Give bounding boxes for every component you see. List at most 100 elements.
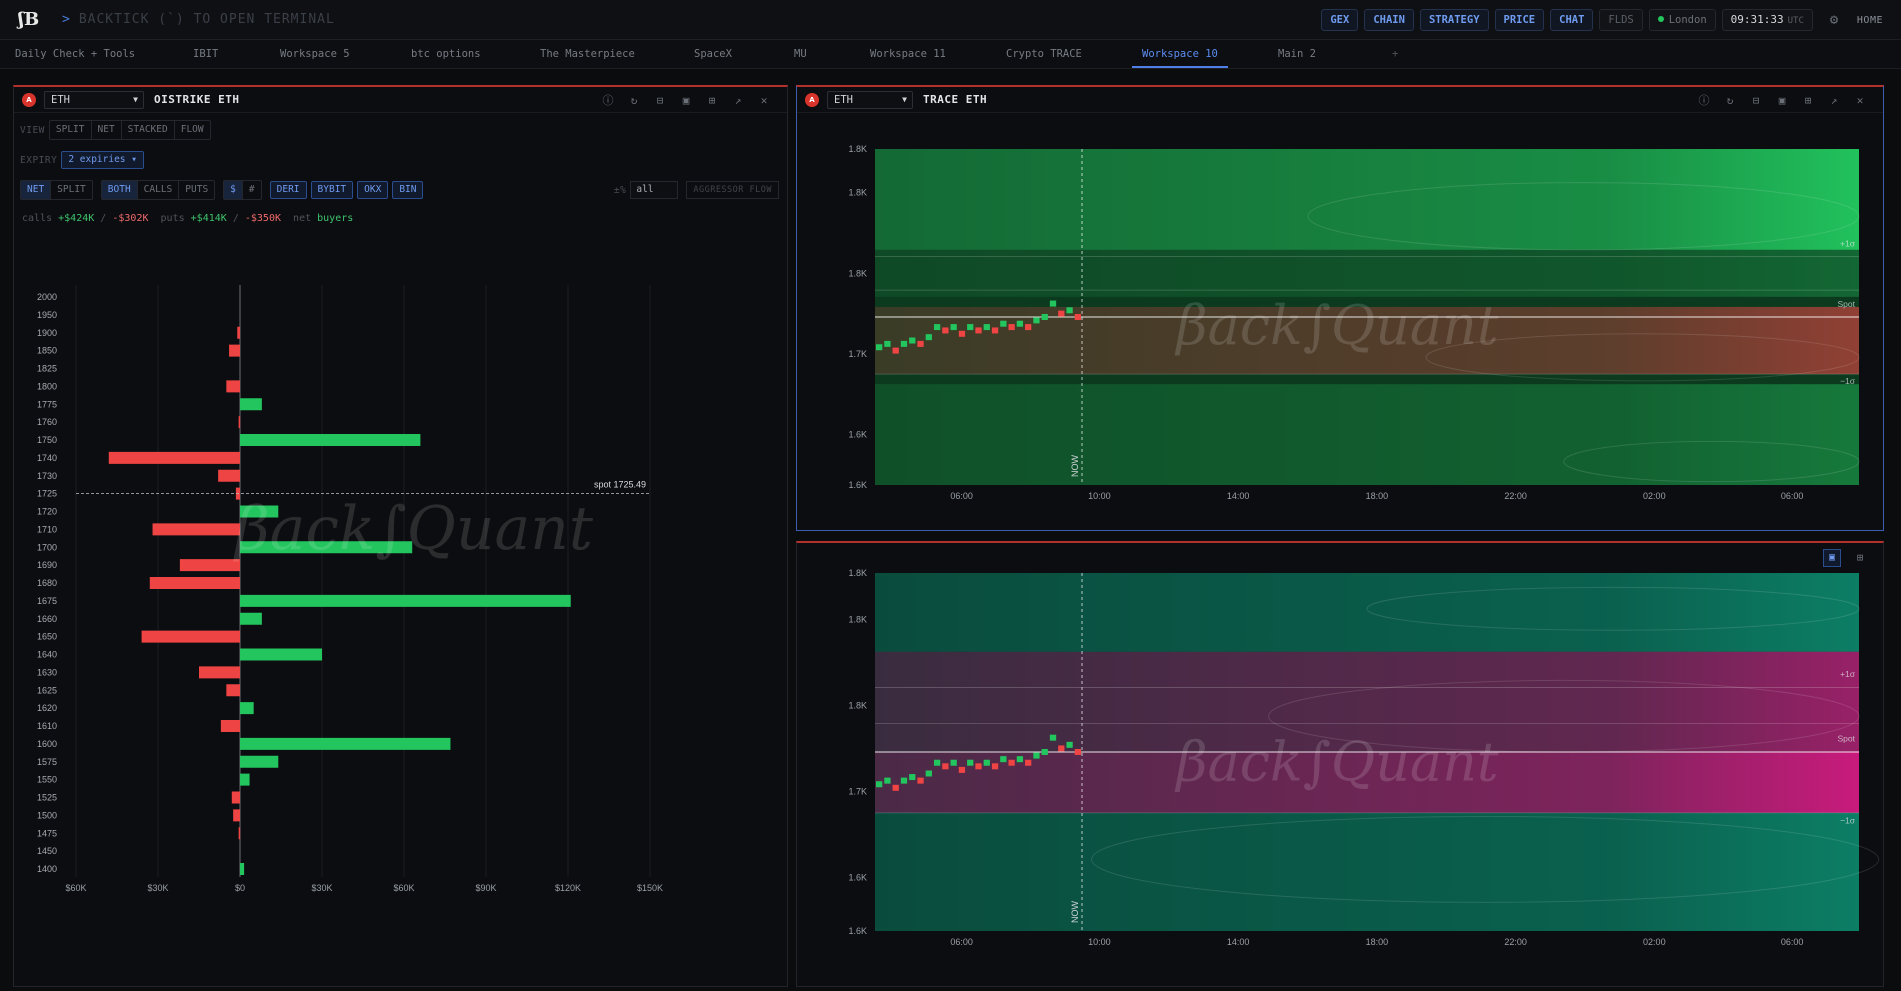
tab-main-2[interactable]: Main 2 (1278, 40, 1316, 68)
minimize-icon[interactable]: ⊟ (647, 94, 673, 107)
expand-icon[interactable]: ↗ (725, 94, 751, 107)
bar (218, 469, 240, 482)
y-tick-label: 1.6K (848, 926, 867, 936)
tab-spacex[interactable]: SpaceX (694, 40, 732, 68)
y-tick-label: 2000 (37, 292, 57, 302)
settings-gear-icon[interactable]: ⚙ (1823, 9, 1845, 31)
minimize-icon[interactable]: ⊟ (1743, 94, 1769, 107)
tab-crypto-trace[interactable]: Crypto TRACE (1006, 40, 1082, 68)
panel-icons: ⓘ ↻ ⊟ ▣ ⊞ ↗ ✕ (1691, 87, 1873, 113)
view-stacked[interactable]: STACKED (122, 121, 175, 139)
view-split[interactable]: SPLIT (50, 121, 92, 139)
aggressor-flow-button[interactable]: AGGRESSOR FLOW (686, 181, 779, 199)
x-tick-label: 14:00 (1227, 491, 1250, 501)
bar (226, 380, 240, 393)
info-icon[interactable]: ⓘ (595, 92, 621, 108)
home-button[interactable]: HOME (1857, 15, 1883, 26)
x-tick-label: $120K (555, 883, 581, 893)
x-tick-label: 18:00 (1366, 937, 1389, 947)
expand-icon[interactable]: ↗ (1821, 94, 1847, 107)
expiry-dropdown[interactable]: 2 expiries ▾ (61, 151, 144, 169)
top-actions: GEX CHAIN STRATEGY PRICE CHAT FLDS Londo… (1321, 8, 1901, 32)
refresh-icon[interactable]: ↻ (1717, 94, 1743, 107)
y-tick-label: 1725 (37, 489, 57, 499)
grid-icon[interactable]: ⊞ (1795, 94, 1821, 107)
add-tab-button[interactable]: + (1392, 40, 1398, 68)
view-flow[interactable]: FLOW (175, 121, 210, 139)
view-net[interactable]: NET (92, 121, 122, 139)
refresh-icon[interactable]: ↻ (621, 94, 647, 107)
tab-btc-options[interactable]: btc options (411, 40, 481, 68)
exchange-bybit[interactable]: BYBIT (310, 181, 354, 199)
candle (1058, 745, 1065, 752)
screenshot-icon[interactable]: ▣ (1769, 94, 1795, 107)
trace-heatmap-top[interactable]: NOW +1σ Spot −1σ 1.8K 1.8K 1.8K 1.7K 1.6K 1.6K 06:… (797, 113, 1883, 529)
candle (1000, 320, 1007, 327)
bar (240, 863, 245, 875)
mode-net[interactable]: NET (21, 181, 52, 199)
bar (237, 326, 240, 339)
close-icon[interactable]: ✕ (751, 94, 777, 107)
unit-count[interactable]: # (243, 181, 261, 199)
gex-button[interactable]: GEX (1321, 9, 1359, 31)
oi-strike-chart: $60K $30K $0 $30K $60K $90K $120K $150K 2000 1950… (37, 285, 663, 893)
terminal-hint[interactable]: > BACKTICK (`) TO OPEN TERMINAL (62, 12, 335, 27)
chat-button[interactable]: CHAT (1550, 9, 1594, 31)
y-tick-label: 1.6K (848, 430, 867, 440)
flow-summary: calls +$424K / -$302K puts +$414K / -$35… (22, 213, 353, 224)
candle (1016, 320, 1024, 327)
close-icon[interactable]: ✕ (1847, 94, 1873, 107)
tab-ibit[interactable]: IBIT (193, 40, 218, 68)
flds-button[interactable]: FLDS (1599, 9, 1643, 31)
side-puts[interactable]: PUTS (179, 181, 214, 199)
mode-split[interactable]: SPLIT (51, 181, 92, 199)
pct-input[interactable]: all (630, 181, 679, 199)
candle (876, 344, 883, 351)
y-tick-label: 1.8K (848, 144, 867, 154)
candle (884, 340, 891, 347)
x-tick-label: 06:00 (1781, 491, 1804, 501)
asset-select[interactable]: ETH ▼ (827, 91, 913, 109)
tab-workspace-10[interactable]: Workspace 10 (1132, 40, 1228, 68)
trace-heatmap-bottom[interactable]: NOW +1σ Spot −1σ 1.8K 1.8K 1.8K 1.7K 1.6K 1.6K 06:… (797, 543, 1883, 985)
clock-time: 09:31:33 (1730, 13, 1784, 26)
view-label: VIEW (20, 124, 45, 136)
asset-select[interactable]: ETH ▼ (44, 91, 144, 109)
strategy-button[interactable]: STRATEGY (1419, 9, 1489, 31)
tab-the-masterpiece[interactable]: The Masterpiece (540, 40, 635, 68)
bar (238, 827, 241, 840)
screenshot-icon[interactable]: ▣ (673, 94, 699, 107)
location-button[interactable]: London (1648, 9, 1716, 31)
candle (942, 763, 949, 770)
tab-daily-check[interactable]: Daily Check + Tools (15, 40, 135, 68)
candle (933, 759, 941, 766)
side-calls[interactable]: CALLS (138, 181, 180, 199)
exchange-bin[interactable]: BIN (392, 181, 424, 199)
unit-toggle: $ # (223, 180, 262, 200)
price-button[interactable]: PRICE (1494, 9, 1545, 31)
chain-button[interactable]: CHAIN (1364, 9, 1414, 31)
unit-dollar[interactable]: $ (224, 181, 243, 199)
y-tick-label: 1.8K (848, 568, 867, 578)
y-tick-label: 1680 (37, 578, 57, 588)
bar (238, 416, 241, 429)
tab-workspace-11[interactable]: Workspace 11 (870, 40, 946, 68)
tab-workspace-5[interactable]: Workspace 5 (280, 40, 350, 68)
y-tick-label: 1610 (37, 721, 57, 731)
x-tick-label: 06:00 (1781, 937, 1804, 947)
bar (240, 398, 262, 411)
exchange-deri[interactable]: DERI (269, 181, 307, 199)
grid-icon[interactable]: ⊞ (699, 94, 725, 107)
bar (231, 791, 240, 804)
tab-mu[interactable]: MU (794, 40, 807, 68)
candle (1066, 741, 1073, 748)
app-logo[interactable]: ʃB (18, 9, 40, 31)
exchange-okx[interactable]: OKX (357, 181, 389, 199)
info-icon[interactable]: ⓘ (1691, 92, 1717, 108)
candle (1074, 314, 1081, 320)
level-label: +1σ (1840, 669, 1856, 679)
side-both[interactable]: BOTH (101, 181, 138, 199)
y-tick-label: 1.8K (848, 615, 867, 625)
y-tick-label: 1640 (37, 650, 57, 660)
x-tick-label: 02:00 (1643, 491, 1666, 501)
